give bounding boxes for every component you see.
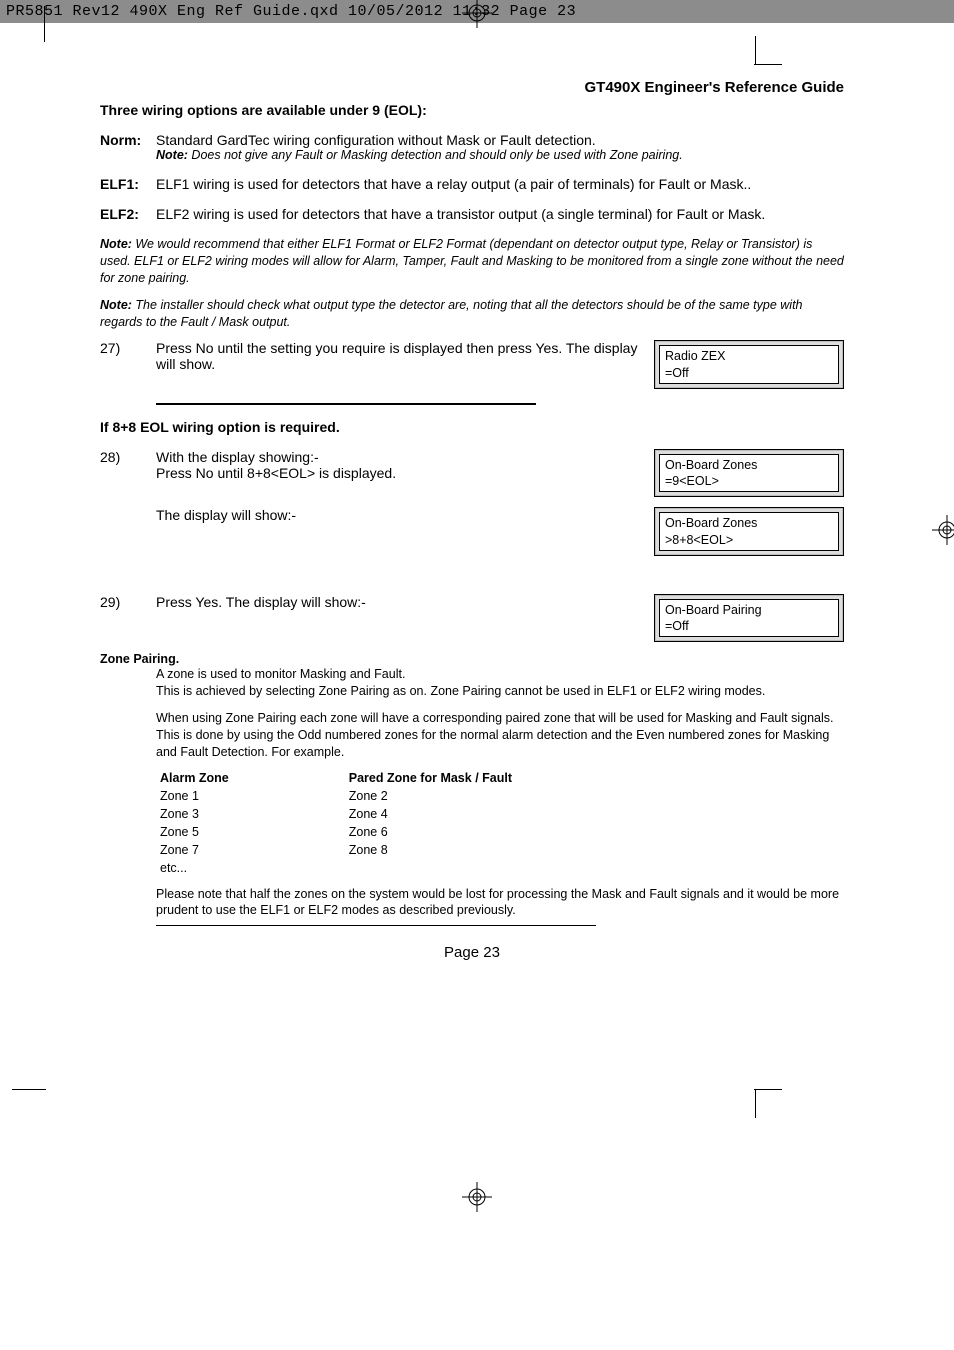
step-28b: The display will show:- On-Board Zones >… xyxy=(100,507,844,556)
cell: Zone 1 xyxy=(160,787,229,805)
cell: Zone 5 xyxy=(160,823,229,841)
lcd-text: On-Board Zones >8+8<EOL> xyxy=(659,512,839,551)
page-number: Page 23 xyxy=(100,944,844,961)
note-paragraph: Note: The installer should check what ou… xyxy=(100,297,844,331)
cell: etc... xyxy=(160,859,229,877)
cell: Zone 6 xyxy=(349,823,512,841)
cell: Zone 3 xyxy=(160,805,229,823)
option-body: Standard GardTec wiring configuration wi… xyxy=(156,132,844,162)
zone-para: This is achieved by selecting Zone Pairi… xyxy=(156,683,844,700)
option-text: Standard GardTec wiring configuration wi… xyxy=(156,132,844,148)
option-label: ELF2: xyxy=(100,206,156,222)
option-text: ELF2 wiring is used for detectors that h… xyxy=(156,206,844,222)
crop-mark xyxy=(755,1090,756,1118)
cell: Zone 2 xyxy=(349,787,512,805)
lcd-display: Radio ZEX =Off xyxy=(654,340,844,389)
option-label: ELF1: xyxy=(100,176,156,192)
step-body: Press No until the setting you require i… xyxy=(156,340,654,372)
step-body: Press Yes. The display will show:- xyxy=(156,594,654,610)
lcd-text: On-Board Zones =9<EOL> xyxy=(659,454,839,493)
step-28a: 28) With the display showing:- Press No … xyxy=(100,449,844,498)
crop-mark xyxy=(12,1089,46,1090)
zone-pairing-title: Zone Pairing. xyxy=(100,652,844,666)
step-number: 29) xyxy=(100,594,156,610)
lcd-text: On-Board Pairing =Off xyxy=(659,599,839,638)
step-line: With the display showing:- xyxy=(156,449,642,465)
zone-col-alarm: Alarm Zone Zone 1 Zone 3 Zone 5 Zone 7 e… xyxy=(160,769,229,878)
step-number: 28) xyxy=(100,449,156,465)
step-line: Press No until 8+8<EOL> is displayed. xyxy=(156,465,642,481)
option-elf1: ELF1: ELF1 wiring is used for detectors … xyxy=(100,176,844,192)
step-body: The display will show:- xyxy=(156,507,654,523)
lcd-display: On-Board Pairing =Off xyxy=(654,594,844,643)
page-content: GT490X Engineer's Reference Guide Three … xyxy=(0,23,954,1001)
note-text: We would recommend that either ELF1 Form… xyxy=(100,237,844,285)
zone-table: Alarm Zone Zone 1 Zone 3 Zone 5 Zone 7 e… xyxy=(160,769,844,878)
lcd-text: Radio ZEX =Off xyxy=(659,345,839,384)
doc-title: GT490X Engineer's Reference Guide xyxy=(100,79,844,96)
divider xyxy=(156,925,596,926)
note-text: Does not give any Fault or Masking detec… xyxy=(188,148,683,162)
zone-para: When using Zone Pairing each zone will h… xyxy=(156,710,844,761)
col-header: Pared Zone for Mask / Fault xyxy=(349,769,512,787)
option-text: ELF1 wiring is used for detectors that h… xyxy=(156,176,844,192)
note-text: The installer should check what output t… xyxy=(100,298,803,329)
lcd-display: On-Board Zones >8+8<EOL> xyxy=(654,507,844,556)
cell: Zone 7 xyxy=(160,841,229,859)
lcd-display: On-Board Zones =9<EOL> xyxy=(654,449,844,498)
note-prefix: Note: xyxy=(100,237,132,251)
cell: Zone 8 xyxy=(349,841,512,859)
note-prefix: Note: xyxy=(100,298,132,312)
option-label: Norm: xyxy=(100,132,156,162)
zone-para: Please note that half the zones on the s… xyxy=(156,886,844,920)
crop-mark xyxy=(754,1089,782,1090)
step-body: With the display showing:- Press No unti… xyxy=(156,449,654,481)
section-heading: If 8+8 EOL wiring option is required. xyxy=(100,419,844,435)
option-elf2: ELF2: ELF2 wiring is used for detectors … xyxy=(100,206,844,222)
cell: Zone 4 xyxy=(349,805,512,823)
option-note: Note: Does not give any Fault or Masking… xyxy=(156,148,844,162)
divider xyxy=(156,403,536,405)
note-prefix: Note: xyxy=(156,148,188,162)
note-paragraph: Note: We would recommend that either ELF… xyxy=(100,236,844,287)
section-heading: Three wiring options are available under… xyxy=(100,102,844,118)
zone-para: A zone is used to monitor Masking and Fa… xyxy=(156,666,844,683)
registration-mark-icon xyxy=(462,1182,492,1212)
option-norm: Norm: Standard GardTec wiring configurat… xyxy=(100,132,844,162)
step-number: 27) xyxy=(100,340,156,356)
zone-col-pared: Pared Zone for Mask / Fault Zone 2 Zone … xyxy=(349,769,512,878)
step-29: 29) Press Yes. The display will show:- O… xyxy=(100,594,844,643)
step-27: 27) Press No until the setting you requi… xyxy=(100,340,844,389)
col-header: Alarm Zone xyxy=(160,769,229,787)
print-area: PR5851 Rev12 490X Eng Ref Guide.qxd 10/0… xyxy=(0,0,954,1350)
